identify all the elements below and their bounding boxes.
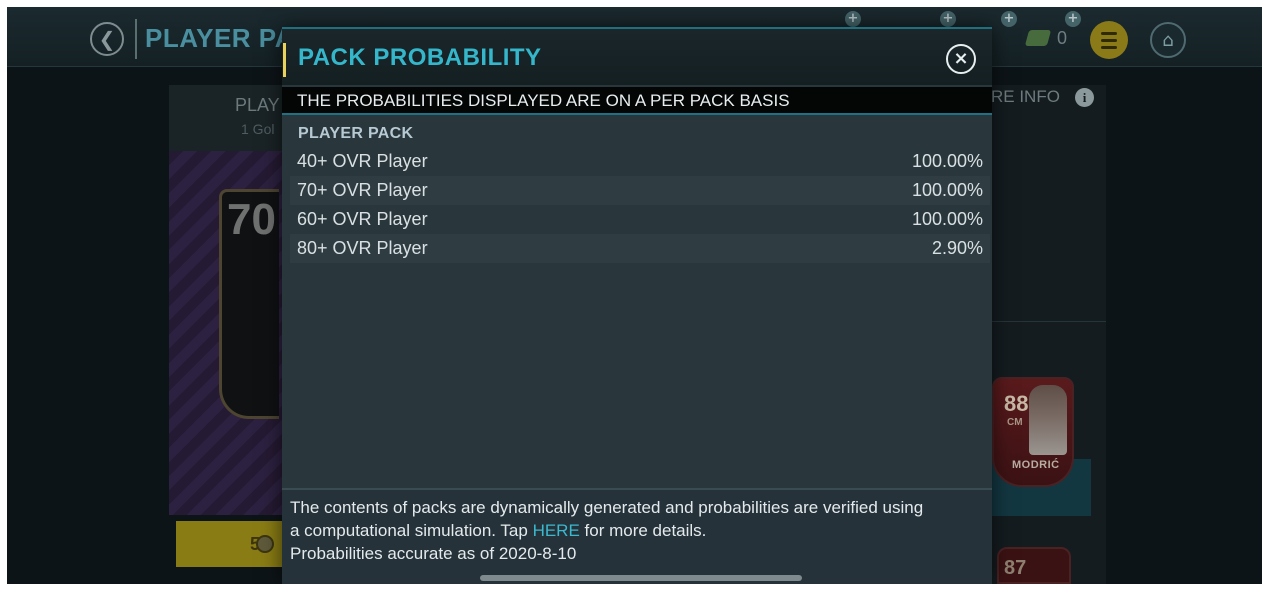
list-item: 40+ OVR Player 100.00% [290,147,990,176]
footer-line-2: a computational simulation. Tap HERE for… [290,519,986,542]
info-icon[interactable]: i [1075,88,1094,107]
probability-value: 100.00% [911,180,983,200]
scrollbar[interactable] [480,575,802,581]
chevron-left-icon: ❮ [98,27,116,51]
add-item-icon[interactable]: + [1065,11,1081,27]
probability-label: 70+ OVR Player [297,180,428,200]
dialog-footer: The contents of packs are dynamically ge… [282,488,992,584]
section-title: PLAYER PACK [298,125,414,142]
player-card-position: CM [1007,417,1023,428]
footer-text: a computational simulation. Tap [290,521,533,540]
home-icon: ⌂ [1162,29,1174,51]
player-card-2-rating: 87 [1004,557,1027,579]
close-button[interactable]: × [946,44,976,74]
coin-icon [256,535,274,553]
probability-label: 60+ OVR Player [297,209,428,229]
probability-value: 100.00% [911,209,983,229]
menu-lines-icon [1101,31,1117,35]
probability-label: 40+ OVR Player [297,151,428,171]
footer-line-3: Probabilities accurate as of 2020-8-10 [290,544,577,563]
footer-text: for more details. [579,521,707,540]
back-button[interactable]: ❮ [90,22,124,56]
page-title: PLAYER PA [145,23,294,53]
probability-value: 100.00% [911,151,983,171]
title-divider [135,19,137,59]
dialog-title: PACK PROBABILITY [298,44,542,71]
pack-panel-subheader: 1 Gol [241,121,275,137]
gems-value: 0 [1057,27,1068,48]
gems-icon [1024,30,1052,46]
add-gems-icon[interactable]: + [1001,11,1017,27]
per-pack-notice: THE PROBABILITIES DISPLAYED ARE ON A PER… [282,87,992,115]
probability-value: 2.90% [931,238,983,258]
probability-list: 40+ OVR Player 100.00% 70+ OVR Player 10… [290,147,990,263]
probability-label: 80+ OVR Player [297,238,428,258]
pack-rating: 70 [227,195,276,244]
buy-pack-button[interactable]: 5 [176,521,289,567]
player-photo [1029,385,1067,455]
panel-divider [991,321,1106,322]
dialog-header: PACK PROBABILITY × [282,27,992,85]
details-link[interactable]: HERE [533,521,580,540]
pack-probability-dialog: PACK PROBABILITY × THE PROBABILITIES DIS… [282,27,992,584]
add-points-icon[interactable]: + [940,11,956,27]
add-coins-icon[interactable]: + [845,11,861,27]
footer-line-1: The contents of packs are dynamically ge… [290,498,924,517]
pack-panel: PLAY 1 Gol 70 [169,85,289,515]
title-accent-bar [283,43,286,77]
close-icon: × [953,48,969,69]
home-button[interactable]: ⌂ [1150,22,1186,58]
app-screen: ❮ PLAYER PA 0 + + + + 0 ⌂ PLAY 1 Gol 70 … [7,7,1262,584]
pack-panel-header: PLAY [235,95,280,115]
menu-button[interactable] [1090,21,1128,59]
list-item: 60+ OVR Player 100.00% [290,205,990,234]
list-item: 80+ OVR Player 2.90% [290,234,990,263]
more-info-label[interactable]: RE INFO [991,87,1060,107]
gems-counter: 0 [1024,27,1068,49]
player-card-name: MODRIĆ [1012,459,1060,471]
list-item: 70+ OVR Player 100.00% [290,176,990,205]
player-card-rating: 88 [1004,391,1029,416]
